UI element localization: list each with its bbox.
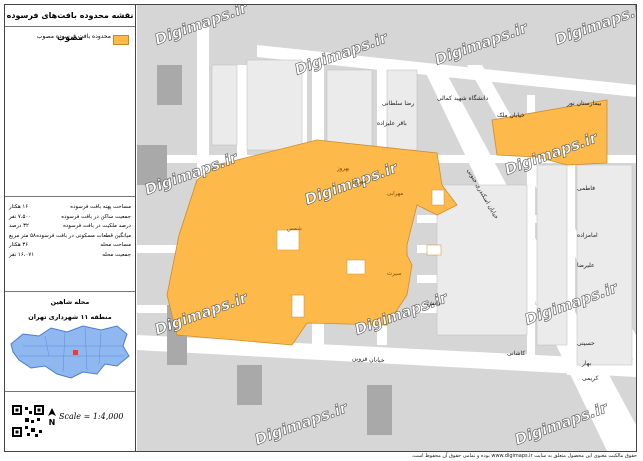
svg-text:امامزاده: امامزاده [577, 232, 598, 239]
svg-text:کاشانی: کاشانی [507, 350, 525, 357]
stat-row: جمعیت محله ۱۶،۰۷۱ نفر [9, 251, 131, 258]
svg-text:سیرت: سیرت [387, 271, 402, 277]
scale-text: Scale = 1:4,000 [59, 412, 124, 421]
svg-text:علیرضا: علیرضا [577, 262, 595, 269]
map-title: نقشه محدوده بافت‌های فرسوده مصوب [5, 5, 135, 42]
svg-text:رضا سلطانی: رضا سلطانی [382, 100, 414, 107]
stat-row: مساحت محله ۳۶ هکتار [9, 242, 131, 249]
sidebar: نقشه محدوده بافت‌های فرسوده مصوب محدوده … [5, 5, 136, 451]
qr-code-icon [11, 404, 45, 438]
svg-text:کریمی: کریمی [582, 375, 598, 382]
map-area[interactable]: Digimaps.ir Digimaps.ir Digimaps.ir Digi… [137, 5, 636, 451]
location-name: محله شاهین [50, 298, 90, 306]
svg-text:بهروز: بهروز [336, 166, 350, 172]
map-canvas: Digimaps.ir Digimaps.ir Digimaps.ir Digi… [137, 5, 636, 451]
svg-text:فاطمی: فاطمی [577, 185, 595, 192]
svg-text:بیمارستان نور: بیمارستان نور [566, 100, 602, 107]
svg-text:مهران: مهران [352, 179, 366, 185]
legend: محدوده بافت فرسوده مصوب [5, 27, 135, 197]
legend-swatch [113, 35, 129, 45]
stat-row: میانگین قطعات مسکونی در بافت فرسوده ۵۸ مت… [9, 232, 131, 239]
footer-copyright: حقوق مالکیت معنوی این محصول متعلق به سای… [411, 453, 637, 459]
svg-text:N: N [49, 418, 56, 426]
stat-row: مساحت پهنه بافت فرسوده ۱۶ هکتار [9, 204, 131, 210]
district-locator-map [10, 325, 130, 379]
svg-text:مهرابی: مهرابی [387, 191, 403, 197]
legend-label: محدوده بافت فرسوده مصوب [36, 33, 111, 40]
svg-text:شمس: شمس [287, 226, 302, 232]
location-section: محله شاهین منطقه ۱۱ شهرداری تهران [5, 292, 135, 392]
svg-text:حسینی: حسینی [577, 340, 595, 347]
district-highlight [73, 350, 78, 355]
legend-footer: N Scale = 1:4,000 [5, 392, 135, 450]
stat-row: درصد ملکیت در بافت فرسوده ۳۲ درصد [9, 223, 131, 230]
svg-text:بهار: بهار [581, 360, 591, 367]
svg-text:خیابان ملک: خیابان ملک [497, 112, 525, 119]
stats-table: مساحت پهنه بافت فرسوده ۱۶ هکتار جمعیت ساک… [5, 197, 135, 292]
north-arrow-icon: N [47, 408, 57, 429]
stat-row: جمعیت ساکن در بافت فرسوده ۷،۵۰۰ نفر [9, 213, 131, 220]
svg-text:باقر علیزاده: باقر علیزاده [377, 120, 407, 127]
svg-text:دانش: دانش [427, 300, 441, 307]
svg-text:دانشگاه شهید کمالی: دانشگاه شهید کمالی [437, 94, 489, 102]
